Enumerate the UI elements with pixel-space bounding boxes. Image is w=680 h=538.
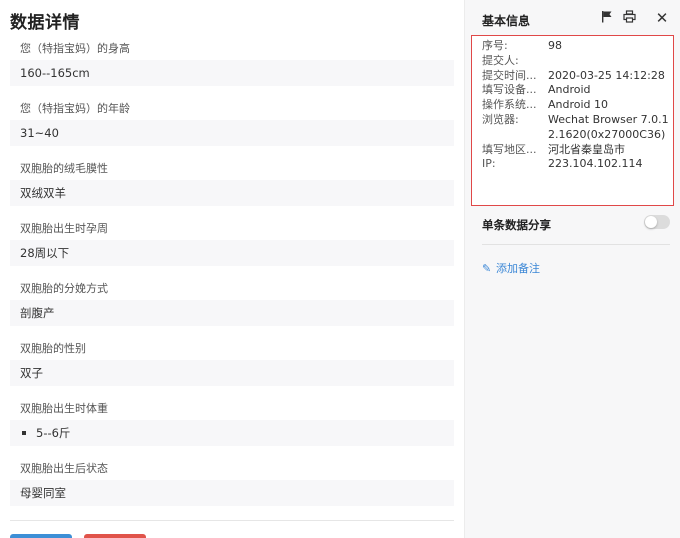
panel-title: 基本信息 (482, 14, 531, 28)
info-key: 提交时间... (482, 68, 537, 82)
data-detail-pane: 数据详情 您（特指宝妈）的身高 160--165cm 您（特指宝妈）的年龄 31… (0, 0, 464, 538)
field-gestational-week: 双胞胎出生时孕周 28周以下 (10, 220, 454, 266)
add-note-link[interactable]: ✎ 添加备注 (482, 262, 540, 276)
field-label: 双胞胎的分娩方式 (20, 282, 108, 295)
divider (10, 520, 454, 521)
share-row: 单条数据分享 (482, 214, 670, 232)
toggle-knob (645, 216, 657, 228)
info-key: 填写设备... (482, 83, 537, 97)
field-value: 母婴同室 (10, 480, 454, 506)
basic-info-panel: 基本信息 ✕ 序号: 98 提交人: 提交时间... 2020-03-25 14… (464, 0, 680, 538)
close-icon[interactable]: ✕ (655, 10, 669, 26)
field-label: 您（特指宝妈）的身高 (20, 42, 130, 55)
delete-button[interactable] (84, 534, 146, 538)
info-row-browser: 浏览器: Wechat Browser 7.0.12.1620(0x27000C… (482, 113, 673, 143)
field-label: 双胞胎出生时体重 (20, 402, 108, 415)
field-value: 剖腹产 (10, 300, 454, 326)
field-value-text: 5--6斤 (36, 426, 71, 440)
info-value: Android 10 (548, 98, 609, 112)
field-value: 双绒双羊 (10, 180, 454, 206)
info-key: 浏览器: (482, 112, 519, 126)
info-value: Android (548, 83, 591, 97)
field-value: 31~40 (10, 120, 454, 146)
info-value (548, 54, 673, 69)
field-value: 160--165cm (10, 60, 454, 86)
info-key: 提交人: (482, 53, 519, 67)
field-delivery-method: 双胞胎的分娩方式 剖腹产 (10, 280, 454, 326)
info-row-ip: IP: 223.104.102.114 (482, 157, 673, 172)
field-label: 双胞胎的性别 (20, 342, 86, 355)
field-value: 28周以下 (10, 240, 454, 266)
primary-button[interactable] (10, 534, 72, 538)
bullet-icon (22, 430, 26, 435)
field-age: 您（特指宝妈）的年龄 31~40 (10, 100, 454, 146)
info-value: 2020-03-25 14:12:28 (548, 68, 665, 82)
add-note-label: 添加备注 (496, 262, 540, 275)
info-key: 操作系统... (482, 98, 537, 112)
page-title: 数据详情 (10, 13, 80, 33)
info-box: 序号: 98 提交人: 提交时间... 2020-03-25 14:12:28 … (471, 35, 674, 206)
field-gender: 双胞胎的性别 双子 (10, 340, 454, 386)
info-row-submit-time: 提交时间... 2020-03-25 14:12:28 (482, 69, 673, 84)
field-chorionicity: 双胞胎的绒毛膜性 双绒双羊 (10, 160, 454, 206)
info-row-device: 填写设备... Android (482, 83, 673, 98)
divider (482, 244, 670, 245)
pencil-icon: ✎ (482, 262, 492, 275)
share-label: 单条数据分享 (482, 218, 551, 232)
info-row-os: 操作系统... Android 10 (482, 98, 673, 113)
info-row-serial: 序号: 98 (482, 39, 673, 54)
share-toggle[interactable] (644, 215, 670, 229)
info-value: Wechat Browser 7.0.12.1620(0x27000C36) (548, 112, 669, 141)
field-birth-weight: 双胞胎出生时体重 5--6斤 (10, 400, 454, 446)
info-key: 填写地区... (482, 142, 537, 156)
field-height: 您（特指宝妈）的身高 160--165cm (10, 40, 454, 86)
field-value: 双子 (10, 360, 454, 386)
info-row-submitter: 提交人: (482, 54, 673, 69)
field-value: 5--6斤 (10, 420, 454, 446)
field-postnatal-status: 双胞胎出生后状态 母婴同室 (10, 460, 454, 506)
info-key: 序号: (482, 39, 508, 52)
print-icon[interactable] (622, 10, 636, 26)
info-key: IP: (482, 157, 496, 171)
info-value: 98 (548, 39, 562, 52)
field-label: 双胞胎出生后状态 (20, 462, 108, 475)
info-value: 河北省秦皇岛市 (548, 142, 625, 156)
field-label: 双胞胎的绒毛膜性 (20, 162, 108, 175)
flag-icon[interactable] (600, 10, 614, 26)
field-label: 您（特指宝妈）的年龄 (20, 102, 130, 115)
info-value: 223.104.102.114 (548, 157, 643, 171)
info-row-region: 填写地区... 河北省秦皇岛市 (482, 143, 673, 158)
field-label: 双胞胎出生时孕周 (20, 222, 108, 235)
